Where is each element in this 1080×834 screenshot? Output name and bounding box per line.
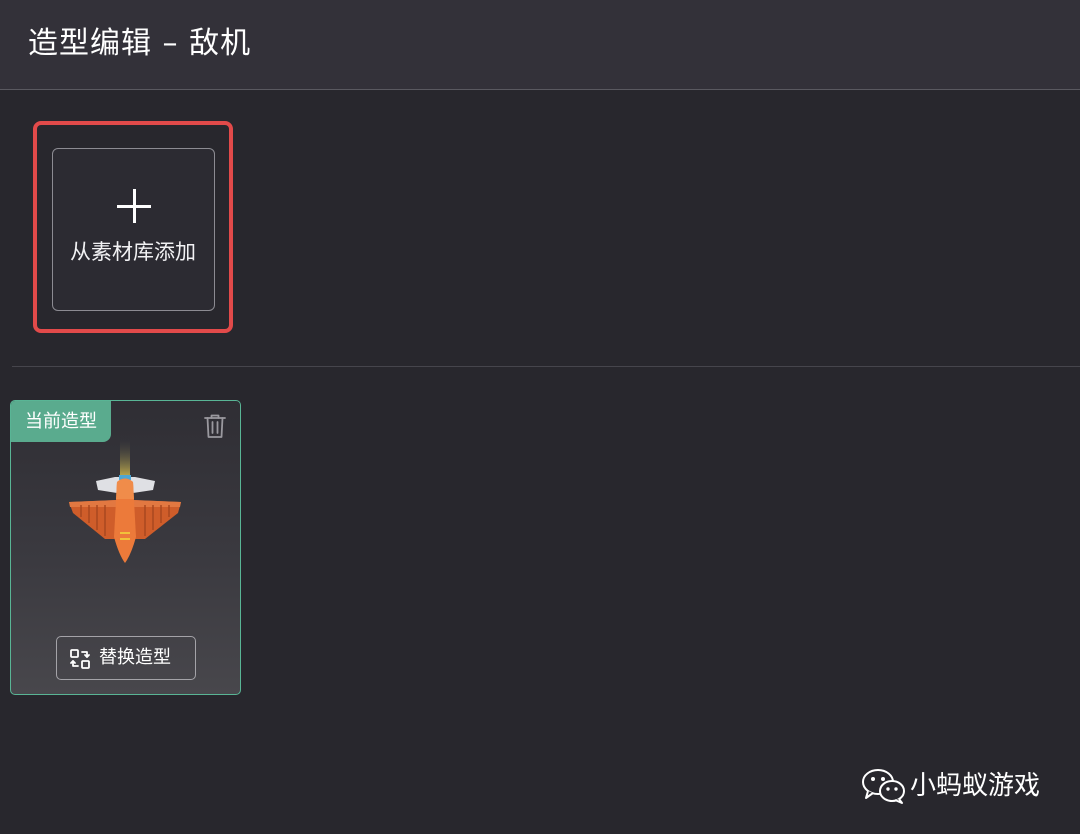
trash-icon[interactable] [203,413,227,439]
costume-card[interactable]: 当前造型 替换造型 [10,400,241,695]
page-title: 造型编辑 – 敌机 [28,26,252,61]
add-from-library-button[interactable]: 从素材库添加 [52,148,215,311]
header-bar: 造型编辑 – 敌机 [0,0,1080,90]
enemy-plane-image [69,439,181,563]
watermark: 小蚂蚁游戏 [862,762,1062,810]
section-divider [12,366,1080,367]
wechat-icon [862,769,905,804]
plus-icon [117,189,151,223]
add-from-library-label: 从素材库添加 [70,240,196,264]
swap-icon [70,649,90,669]
replace-costume-label: 替换造型 [99,647,171,668]
replace-costume-button[interactable]: 替换造型 [56,636,196,680]
current-costume-badge: 当前造型 [11,401,111,442]
watermark-text: 小蚂蚁游戏 [910,771,1041,801]
